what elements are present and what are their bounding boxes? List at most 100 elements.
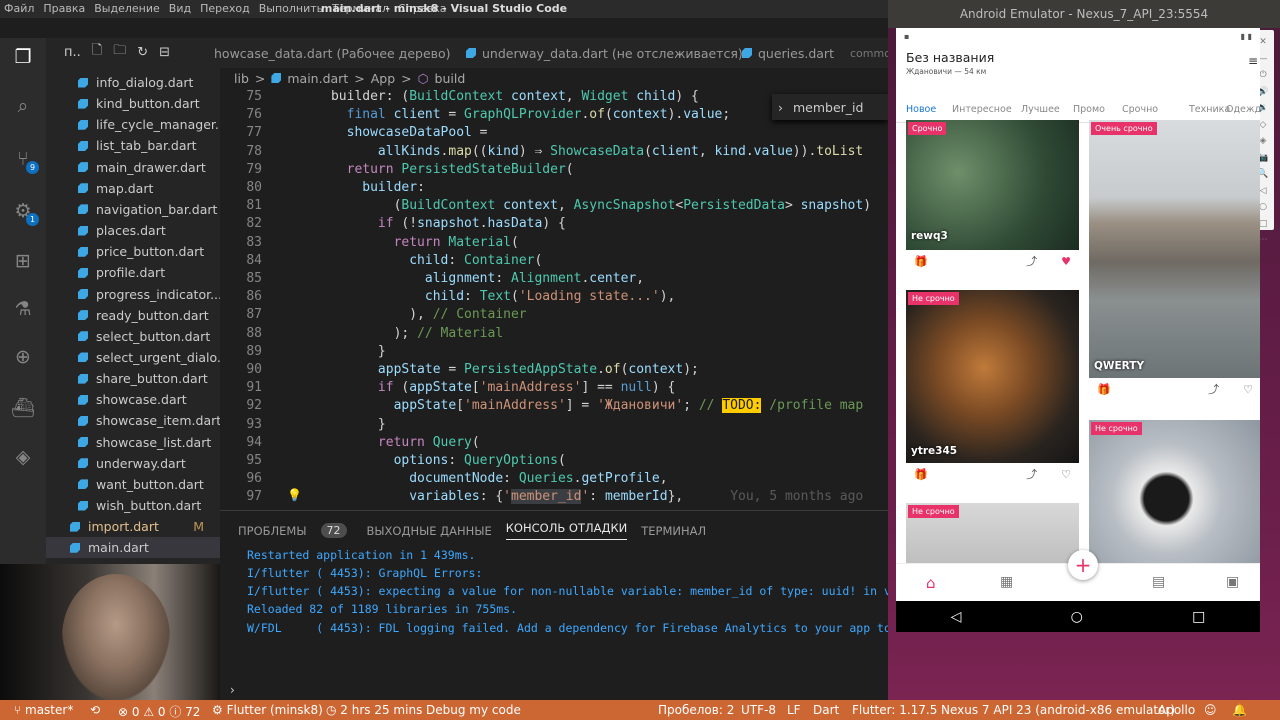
showcase-card[interactable]: Не срочно <box>906 503 1079 563</box>
file-item[interactable]: map.dart <box>46 178 220 199</box>
code-line[interactable]: options: QueryOptions( <box>284 453 566 468</box>
file-item[interactable]: select_button.dart <box>46 326 220 347</box>
test-icon[interactable]: ⚗ <box>10 296 36 322</box>
showcase-card[interactable]: Очень срочно QWERTY <box>1089 120 1260 378</box>
indent-status[interactable]: Пробелов: 2 <box>658 703 734 717</box>
share-icon[interactable]: ⤴ <box>1026 253 1037 269</box>
code-line[interactable]: return Material( <box>284 235 519 250</box>
collapse-icon[interactable]: ⊟ <box>159 45 170 60</box>
gift-icon[interactable]: 🎁 <box>914 255 928 268</box>
find-widget[interactable]: › member_id <box>772 94 888 120</box>
heart-icon[interactable]: ♡ <box>1061 468 1071 481</box>
recents-icon[interactable]: □ <box>1192 609 1205 625</box>
account-icon[interactable]: ☺ <box>1204 703 1217 717</box>
tab-output[interactable]: ВЫХОДНЫЕ ДАННЫЕ <box>367 524 492 538</box>
git-graph-icon[interactable]: ⊕ <box>10 344 36 370</box>
code-line[interactable]: showcaseDataPool = <box>284 125 488 140</box>
file-item[interactable]: showcase.dart <box>46 389 220 410</box>
code-line[interactable]: if (!snapshot.hasData) { <box>284 216 566 231</box>
chevron-right-icon[interactable]: › <box>778 100 783 115</box>
code-line[interactable]: appState['mainAddress'] = 'Ждановичи'; /… <box>284 398 863 414</box>
code-line[interactable]: child: Text('Loading state...'), <box>284 289 675 304</box>
file-item[interactable]: progress_indicator.... <box>46 284 220 305</box>
profile-icon[interactable]: ▣ <box>1226 574 1239 590</box>
file-item[interactable]: kind_button.dart <box>46 93 220 114</box>
back-icon[interactable]: ◁ <box>951 609 962 625</box>
showcase-card[interactable]: Срочно rewq3 <box>906 120 1079 250</box>
file-item[interactable]: navigation_bar.dart <box>46 199 220 220</box>
code-line[interactable]: builder: <box>284 180 425 195</box>
file-item[interactable]: underway.dart <box>46 453 220 474</box>
flutter-status[interactable]: ⚙ Flutter (minsk8) <box>212 703 323 717</box>
heart-icon[interactable]: ♡ <box>1243 383 1253 396</box>
debug-icon[interactable]: ⚙ 1 <box>10 198 39 226</box>
code-line[interactable]: documentNode: Queries.getProfile, <box>284 471 667 486</box>
lightbulb-icon[interactable]: 💡 <box>287 488 302 502</box>
new-folder-icon[interactable]: 🗀 <box>113 41 126 63</box>
docker-icon[interactable]: ⛴ <box>10 394 36 420</box>
find-input[interactable]: member_id <box>793 100 863 115</box>
crumb-lib[interactable]: lib <box>234 71 249 86</box>
code-editor[interactable]: 75 builder: (BuildContext context, Widge… <box>220 88 888 510</box>
menu-icon[interactable]: ≡ <box>1248 54 1258 68</box>
code-line[interactable]: builder: (BuildContext context, Widget c… <box>284 89 699 104</box>
flutter-version-status[interactable]: Flutter: 1.17.5 <box>852 703 937 717</box>
device-status[interactable]: Nexus 7 API 23 (android-x86 emulator) <box>941 703 1175 717</box>
code-line[interactable]: appState = PersistedAppState.of(context)… <box>284 362 699 377</box>
chat-icon[interactable]: ▤ <box>1152 574 1165 590</box>
share-icon[interactable]: ⤴ <box>1026 466 1037 482</box>
gift-icon[interactable]: 🎁 <box>914 468 928 481</box>
file-item[interactable]: share_button.dart <box>46 368 220 389</box>
source-control-icon[interactable]: ⑂ 9 <box>10 146 39 174</box>
code-line[interactable]: } <box>284 344 386 359</box>
code-line[interactable]: variables: {'member_id': memberId}, You,… <box>284 489 863 505</box>
code-line[interactable]: return Query( <box>284 435 480 450</box>
home-circle-icon[interactable]: ○ <box>1071 609 1083 625</box>
file-item[interactable]: showcase_item.dart <box>46 410 220 431</box>
branch-status[interactable]: ⑂ master* <box>14 703 73 717</box>
home-icon[interactable]: ⌂ <box>926 574 936 592</box>
language-status[interactable]: Dart <box>813 703 839 717</box>
file-item[interactable]: select_urgent_dialo... <box>46 347 220 368</box>
code-line[interactable]: ), // Container <box>284 307 526 322</box>
file-item[interactable]: price_button.dart <box>46 241 220 262</box>
file-item[interactable]: life_cycle_manager.... <box>46 114 220 135</box>
flutter-icon[interactable]: ◈ <box>10 444 36 470</box>
app-subtitle[interactable]: Ждановичи — 54 км <box>906 67 986 76</box>
sync-icon[interactable]: ⟲ <box>90 703 100 717</box>
code-line[interactable]: if (appState['mainAddress'] == null) { <box>284 380 675 395</box>
code-line[interactable]: return PersistedStateBuilder( <box>284 162 574 177</box>
tab-underway-data[interactable]: underway_data.dart (не отслеживается) <box>466 38 743 68</box>
file-item[interactable]: info_dialog.dart <box>46 72 220 93</box>
tab-common[interactable]: commo <box>850 38 891 68</box>
file-item[interactable]: main_drawer.dart <box>46 157 220 178</box>
new-file-icon[interactable]: 🗋 <box>92 41 102 63</box>
refresh-icon[interactable]: ↻ <box>137 45 148 60</box>
code-line[interactable]: alignment: Alignment.center, <box>284 271 644 286</box>
file-item[interactable]: main.dart <box>46 537 220 559</box>
file-item[interactable]: wish_button.dart <box>46 495 220 516</box>
time-status[interactable]: ◷ 2 hrs 25 mins <box>326 703 422 717</box>
tab-debug-console[interactable]: КОНСОЛЬ ОТЛАДКИ <box>505 521 628 540</box>
debug-mode-status[interactable]: Debug my code <box>426 703 521 717</box>
crumb-main-dart[interactable]: main.dart <box>287 71 348 86</box>
extensions-icon[interactable]: ⊞ <box>10 248 36 274</box>
tab-problems[interactable]: ПРОБЛЕМЫ <box>238 524 307 538</box>
tab-showcase-data[interactable]: howcase_data.dart (Рабочее дерево) <box>214 38 451 68</box>
code-line[interactable]: ); // Material <box>284 326 504 341</box>
add-fab[interactable]: + <box>1068 550 1098 580</box>
file-item[interactable]: profile.dart <box>46 262 220 283</box>
code-line[interactable]: child: Container( <box>284 253 542 268</box>
tab-terminal[interactable]: ТЕРМИНАЛ <box>641 524 706 538</box>
apollo-status[interactable]: Apollo <box>1158 703 1195 717</box>
code-line[interactable]: allKinds.map((kind) ⇒ ShowcaseData(clien… <box>284 144 863 159</box>
widgets-icon[interactable]: ▦ <box>1000 574 1013 590</box>
share-icon[interactable]: ⤴ <box>1208 381 1219 397</box>
problems-status[interactable]: ⊗ 0 ⚠ 0 ⓘ 72 <box>118 703 200 720</box>
showcase-card[interactable]: Не срочно <box>1089 420 1260 563</box>
encoding-status[interactable]: UTF-8 <box>741 703 776 717</box>
file-item[interactable]: ready_button.dart <box>46 305 220 326</box>
eol-status[interactable]: LF <box>787 703 801 717</box>
file-item[interactable]: import.dart M <box>46 516 220 537</box>
code-line[interactable]: } <box>284 417 386 432</box>
